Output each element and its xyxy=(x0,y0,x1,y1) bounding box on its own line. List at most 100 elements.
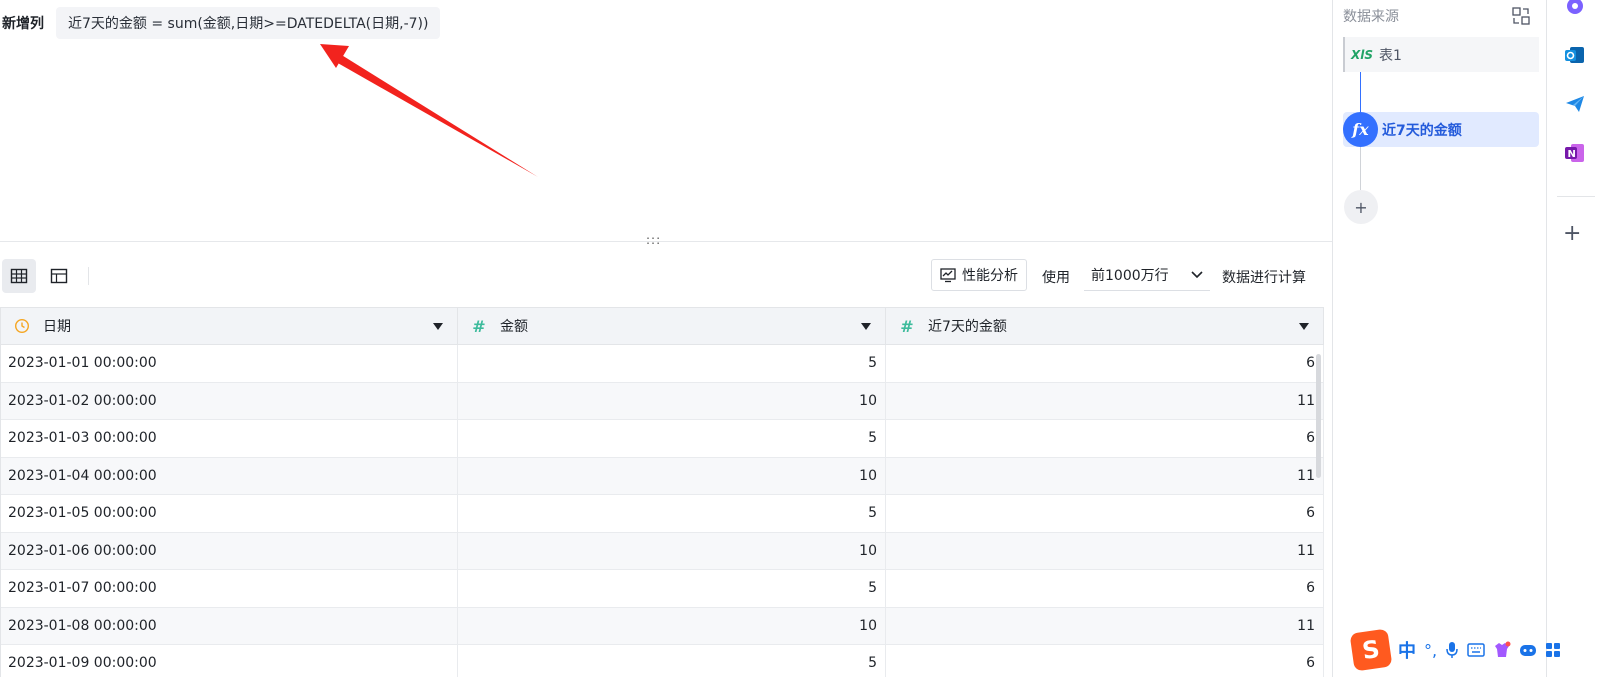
sogou-logo[interactable]: S xyxy=(1349,628,1393,672)
flow-connector xyxy=(1360,147,1361,190)
table-cell[interactable]: 6 xyxy=(886,420,1324,457)
function-icon: fx xyxy=(1343,112,1378,147)
table-cell[interactable]: 6 xyxy=(886,645,1324,677)
table-cell[interactable]: 11 xyxy=(886,457,1324,494)
sidebar-divider xyxy=(1557,196,1595,197)
formula-label: 新增列 xyxy=(2,16,44,32)
hash-icon: # xyxy=(472,316,486,336)
onenote-icon[interactable]: N xyxy=(1563,141,1587,165)
switch-layout-icon[interactable] xyxy=(1511,6,1531,26)
table-cell[interactable]: 6 xyxy=(886,570,1324,607)
punctuation-icon[interactable]: °, xyxy=(1424,641,1437,660)
table-cell[interactable]: 11 xyxy=(886,382,1324,419)
table-cell[interactable]: 10 xyxy=(458,457,886,494)
edge-sidebar: N + xyxy=(1546,0,1600,677)
calc-step-name: 近7天的金额 xyxy=(1382,122,1462,139)
table-cell[interactable]: 2023-01-08 00:00:00 xyxy=(1,607,458,644)
table-cell[interactable]: 2023-01-07 00:00:00 xyxy=(1,570,458,607)
table-cell[interactable]: 2023-01-04 00:00:00 xyxy=(1,457,458,494)
gamepad-icon[interactable] xyxy=(1519,642,1537,658)
table-cell[interactable]: 10 xyxy=(458,382,886,419)
column-header-7day-amount[interactable]: # 近7天的金额 xyxy=(886,308,1324,344)
use-label: 使用 xyxy=(1042,270,1070,286)
table-cell[interactable]: 2023-01-03 00:00:00 xyxy=(1,420,458,457)
column-label: 金额 xyxy=(500,319,528,335)
flow-connector xyxy=(1360,72,1361,112)
svg-text:N: N xyxy=(1568,149,1576,160)
table-cell[interactable]: 11 xyxy=(886,607,1324,644)
table-row[interactable]: 2023-01-09 00:00:00 5 6 xyxy=(1,645,1324,677)
caret-down-icon[interactable] xyxy=(1299,323,1309,330)
add-app-button[interactable]: + xyxy=(1563,222,1581,246)
table-row[interactable]: 2023-01-05 00:00:00 5 6 xyxy=(1,495,1324,533)
layout-view-button[interactable] xyxy=(42,259,76,293)
column-label: 近7天的金额 xyxy=(928,319,1007,335)
splitter-handle[interactable]: ::: xyxy=(646,233,661,247)
table-row[interactable]: 2023-01-07 00:00:00 5 6 xyxy=(1,570,1324,608)
table-cell[interactable]: 11 xyxy=(886,532,1324,569)
table-cell[interactable]: 2023-01-09 00:00:00 xyxy=(1,645,458,677)
column-header-date[interactable]: 日期 xyxy=(1,308,458,344)
table-cell[interactable]: 5 xyxy=(458,420,886,457)
data-table: 日期 # 金额 # 近7天的金额 2023-01-01 00:00:00 5 6 20… xyxy=(0,307,1324,677)
table-row[interactable]: 2023-01-01 00:00:00 5 6 xyxy=(1,345,1324,383)
table-row[interactable]: 2023-01-06 00:00:00 10 11 xyxy=(1,532,1324,570)
data-source-panel: 数据来源 XlS 表1 fx 近7天的金额 + xyxy=(1332,0,1546,677)
table-cell[interactable]: 2023-01-05 00:00:00 xyxy=(1,495,458,532)
performance-analysis-label: 性能分析 xyxy=(962,268,1018,284)
table-cell[interactable]: 5 xyxy=(458,645,886,677)
menu-grid-icon[interactable] xyxy=(1545,642,1561,658)
table-cell[interactable]: 2023-01-06 00:00:00 xyxy=(1,532,458,569)
row-limit-select[interactable]: 前1000万行 xyxy=(1084,259,1210,291)
keyboard-icon[interactable] xyxy=(1467,643,1485,657)
grid-icon xyxy=(10,268,28,284)
monitor-chart-icon xyxy=(940,268,956,283)
outlook-icon[interactable] xyxy=(1563,43,1587,67)
column-label: 日期 xyxy=(43,319,71,335)
table-cell[interactable]: 2023-01-01 00:00:00 xyxy=(1,345,458,382)
caret-down-icon[interactable] xyxy=(433,323,443,330)
table-body: 2023-01-01 00:00:00 5 6 2023-01-02 00:00:00… xyxy=(1,345,1324,677)
chevron-down-icon xyxy=(1191,270,1203,278)
skin-icon[interactable] xyxy=(1493,641,1511,659)
add-step-button[interactable]: + xyxy=(1344,190,1378,224)
ime-toolbar: S 中 °, xyxy=(1349,628,1600,672)
pane-splitter[interactable] xyxy=(0,241,1332,242)
row-limit-value: 前1000万行 xyxy=(1091,267,1169,284)
column-header-amount[interactable]: # 金额 xyxy=(458,308,886,344)
main-area: 新增列 近7天的金额 = sum(金额,日期>=DATEDELTA(日期,-7)… xyxy=(0,0,1332,677)
layout-icon xyxy=(50,268,68,284)
calc-label: 数据进行计算 xyxy=(1222,270,1306,286)
table-row[interactable]: 2023-01-02 00:00:00 10 11 xyxy=(1,382,1324,420)
vertical-scrollbar[interactable] xyxy=(1316,354,1321,478)
table-cell[interactable]: 2023-01-02 00:00:00 xyxy=(1,382,458,419)
source-table-item[interactable]: XlS 表1 xyxy=(1343,37,1539,72)
grid-view-button[interactable] xyxy=(2,259,36,293)
table-cell[interactable]: 10 xyxy=(458,532,886,569)
table-cell[interactable]: 5 xyxy=(458,495,886,532)
send-icon[interactable] xyxy=(1563,92,1587,116)
formula-editor[interactable]: 近7天的金额 = sum(金额,日期>=DATEDELTA(日期,-7)) xyxy=(56,7,441,39)
panel-title: 数据来源 xyxy=(1343,9,1399,25)
toolbar-divider xyxy=(88,267,89,285)
table-cell[interactable]: 6 xyxy=(886,495,1324,532)
table-cell[interactable]: 5 xyxy=(458,345,886,382)
clock-icon xyxy=(13,318,31,334)
table-row[interactable]: 2023-01-04 00:00:00 10 11 xyxy=(1,457,1324,495)
table-row[interactable]: 2023-01-03 00:00:00 5 6 xyxy=(1,420,1324,458)
table-cell[interactable]: 10 xyxy=(458,607,886,644)
hash-icon: # xyxy=(900,316,914,336)
calc-step-item[interactable]: fx 近7天的金额 xyxy=(1343,112,1539,147)
copilot-icon[interactable] xyxy=(1563,0,1587,20)
microphone-icon[interactable] xyxy=(1445,641,1459,659)
ime-mode[interactable]: 中 xyxy=(1398,637,1416,663)
formula-row: 新增列 近7天的金额 = sum(金额,日期>=DATEDELTA(日期,-7)… xyxy=(0,7,441,39)
table-cell[interactable]: 6 xyxy=(886,345,1324,382)
xls-icon: XlS xyxy=(1351,47,1374,62)
table-header: 日期 # 金额 # 近7天的金额 xyxy=(1,307,1324,345)
performance-analysis-button[interactable]: 性能分析 xyxy=(931,259,1027,291)
table-row[interactable]: 2023-01-08 00:00:00 10 11 xyxy=(1,607,1324,645)
table-cell[interactable]: 5 xyxy=(458,570,886,607)
table-toolbar: 性能分析 使用 前1000万行 数据进行计算 xyxy=(0,257,1320,295)
caret-down-icon[interactable] xyxy=(861,323,871,330)
